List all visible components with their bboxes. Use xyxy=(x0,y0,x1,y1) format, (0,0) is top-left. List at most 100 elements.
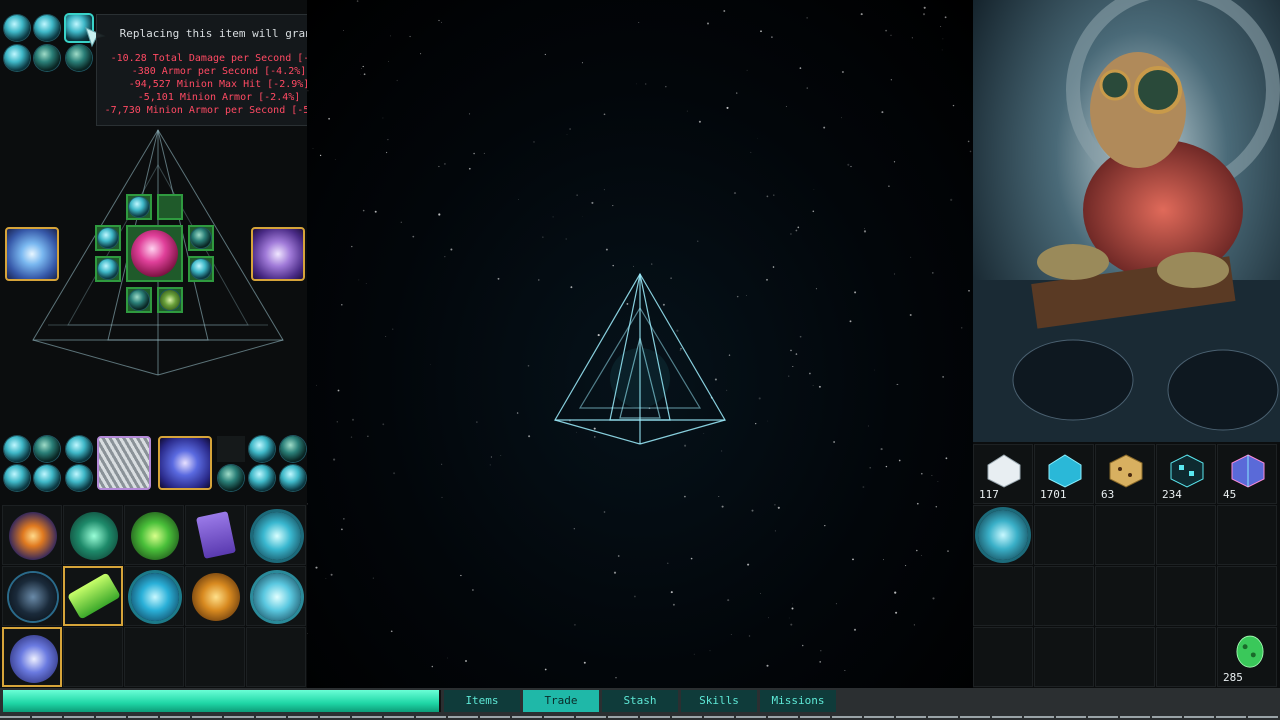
stash-slot-empty[interactable] xyxy=(973,627,1033,687)
inventory-gem[interactable] xyxy=(249,465,275,491)
ruler-tick xyxy=(1056,716,1086,718)
inventory-slot[interactable] xyxy=(2,505,62,565)
inventory-gem[interactable] xyxy=(66,465,92,491)
stash-slot[interactable] xyxy=(973,505,1033,565)
inventory-gem[interactable] xyxy=(280,465,306,491)
inventory-slot[interactable] xyxy=(2,627,62,687)
star xyxy=(615,677,617,679)
socket-gem[interactable] xyxy=(95,225,121,251)
player-ship[interactable] xyxy=(550,268,730,448)
inventory-gem[interactable] xyxy=(66,436,92,462)
inventory-slot[interactable] xyxy=(185,566,245,626)
socket-empty[interactable] xyxy=(157,194,183,220)
inventory-slot[interactable] xyxy=(185,505,245,565)
stash-slot-empty[interactable] xyxy=(1095,566,1155,626)
inventory-gem[interactable] xyxy=(34,465,60,491)
resource-slot[interactable]: 63 xyxy=(1095,444,1155,504)
inventory-gem[interactable] xyxy=(4,465,30,491)
resource-slot[interactable]: 1701 xyxy=(1034,444,1094,504)
star xyxy=(944,16,947,19)
inventory-gem[interactable] xyxy=(249,436,275,462)
star xyxy=(945,457,948,460)
stash-slot-empty[interactable] xyxy=(1156,566,1216,626)
socket-gem[interactable] xyxy=(157,287,183,313)
star xyxy=(612,205,614,207)
stash-slot-empty[interactable] xyxy=(1156,505,1216,565)
star xyxy=(341,528,343,531)
inventory-slot[interactable] xyxy=(124,505,184,565)
socket-gem[interactable] xyxy=(95,256,121,282)
socket-gem[interactable] xyxy=(188,225,214,251)
inventory-gem[interactable] xyxy=(34,436,60,462)
inventory-slot-empty[interactable] xyxy=(63,627,123,687)
inventory-slot-empty[interactable] xyxy=(185,627,245,687)
inventory-slot-empty[interactable] xyxy=(124,627,184,687)
equipped-gem-slot[interactable] xyxy=(34,15,60,41)
star xyxy=(613,571,617,574)
star xyxy=(795,353,798,355)
tab-missions[interactable]: Missions xyxy=(760,690,836,712)
star xyxy=(916,502,919,505)
inventory-slot[interactable] xyxy=(124,566,184,626)
star xyxy=(387,138,389,141)
equipped-gem-slot[interactable] xyxy=(4,15,30,41)
stash-slot-empty[interactable] xyxy=(973,566,1033,626)
socket-gem[interactable] xyxy=(126,287,152,313)
star xyxy=(693,653,695,655)
star xyxy=(476,421,478,423)
star xyxy=(500,454,502,456)
stash-slot-empty[interactable] xyxy=(1034,566,1094,626)
inventory-slot[interactable] xyxy=(63,505,123,565)
resource-slot[interactable]: 234 xyxy=(1156,444,1216,504)
stash-slot[interactable]: 285 xyxy=(1217,627,1277,687)
star xyxy=(721,450,723,452)
star xyxy=(635,83,637,85)
star xyxy=(667,562,669,564)
blue-emblem-icon xyxy=(131,573,179,621)
equipped-gem-slot[interactable] xyxy=(4,45,30,71)
tab-trade[interactable]: Trade xyxy=(523,690,599,712)
core-card-right[interactable] xyxy=(251,227,305,281)
inventory-slot-empty[interactable] xyxy=(246,627,306,687)
gold-dice-icon xyxy=(1109,454,1143,488)
inventory-gem[interactable] xyxy=(4,436,30,462)
star xyxy=(894,273,896,275)
resource-slot[interactable]: 117 xyxy=(973,444,1033,504)
socket-gem[interactable] xyxy=(188,256,214,282)
tab-items[interactable]: Items xyxy=(444,690,520,712)
star xyxy=(670,591,673,594)
inventory-slot[interactable] xyxy=(63,566,123,626)
empty-slot[interactable] xyxy=(217,436,245,462)
ruler-tick xyxy=(704,716,734,718)
inventory-slot[interactable] xyxy=(246,505,306,565)
stash-slot-empty[interactable] xyxy=(1034,505,1094,565)
inventory-gem[interactable] xyxy=(280,436,306,462)
star xyxy=(341,303,343,306)
stash-slot-empty[interactable] xyxy=(1034,627,1094,687)
socket-gem[interactable] xyxy=(126,194,152,220)
tab-skills[interactable]: Skills xyxy=(681,690,757,712)
stash-slot-empty[interactable] xyxy=(1095,505,1155,565)
core-card-left[interactable] xyxy=(5,227,59,281)
star xyxy=(942,38,944,40)
mesh-card[interactable] xyxy=(97,436,151,490)
stash-slot-empty[interactable] xyxy=(1095,627,1155,687)
stash-slot-empty[interactable] xyxy=(1156,627,1216,687)
star xyxy=(898,459,901,462)
inventory-slot[interactable] xyxy=(246,566,306,626)
space-viewport[interactable] xyxy=(307,0,973,688)
inventory-gem[interactable] xyxy=(218,465,244,491)
ruler-tick xyxy=(992,716,1022,718)
star xyxy=(367,435,369,437)
vortex-card[interactable] xyxy=(158,436,212,490)
equipped-gem-slot[interactable] xyxy=(34,45,60,71)
resource-slot[interactable]: 45 xyxy=(1217,444,1277,504)
tab-stash[interactable]: Stash xyxy=(602,690,678,712)
star xyxy=(881,111,884,114)
core-socket[interactable] xyxy=(126,225,183,282)
cyan-cube-icon xyxy=(1170,454,1204,488)
stash-slot-empty[interactable] xyxy=(1217,505,1277,565)
stash-slot-empty[interactable] xyxy=(1217,566,1277,626)
equipped-gem-slot[interactable] xyxy=(66,45,92,71)
inventory-slot[interactable] xyxy=(2,566,62,626)
